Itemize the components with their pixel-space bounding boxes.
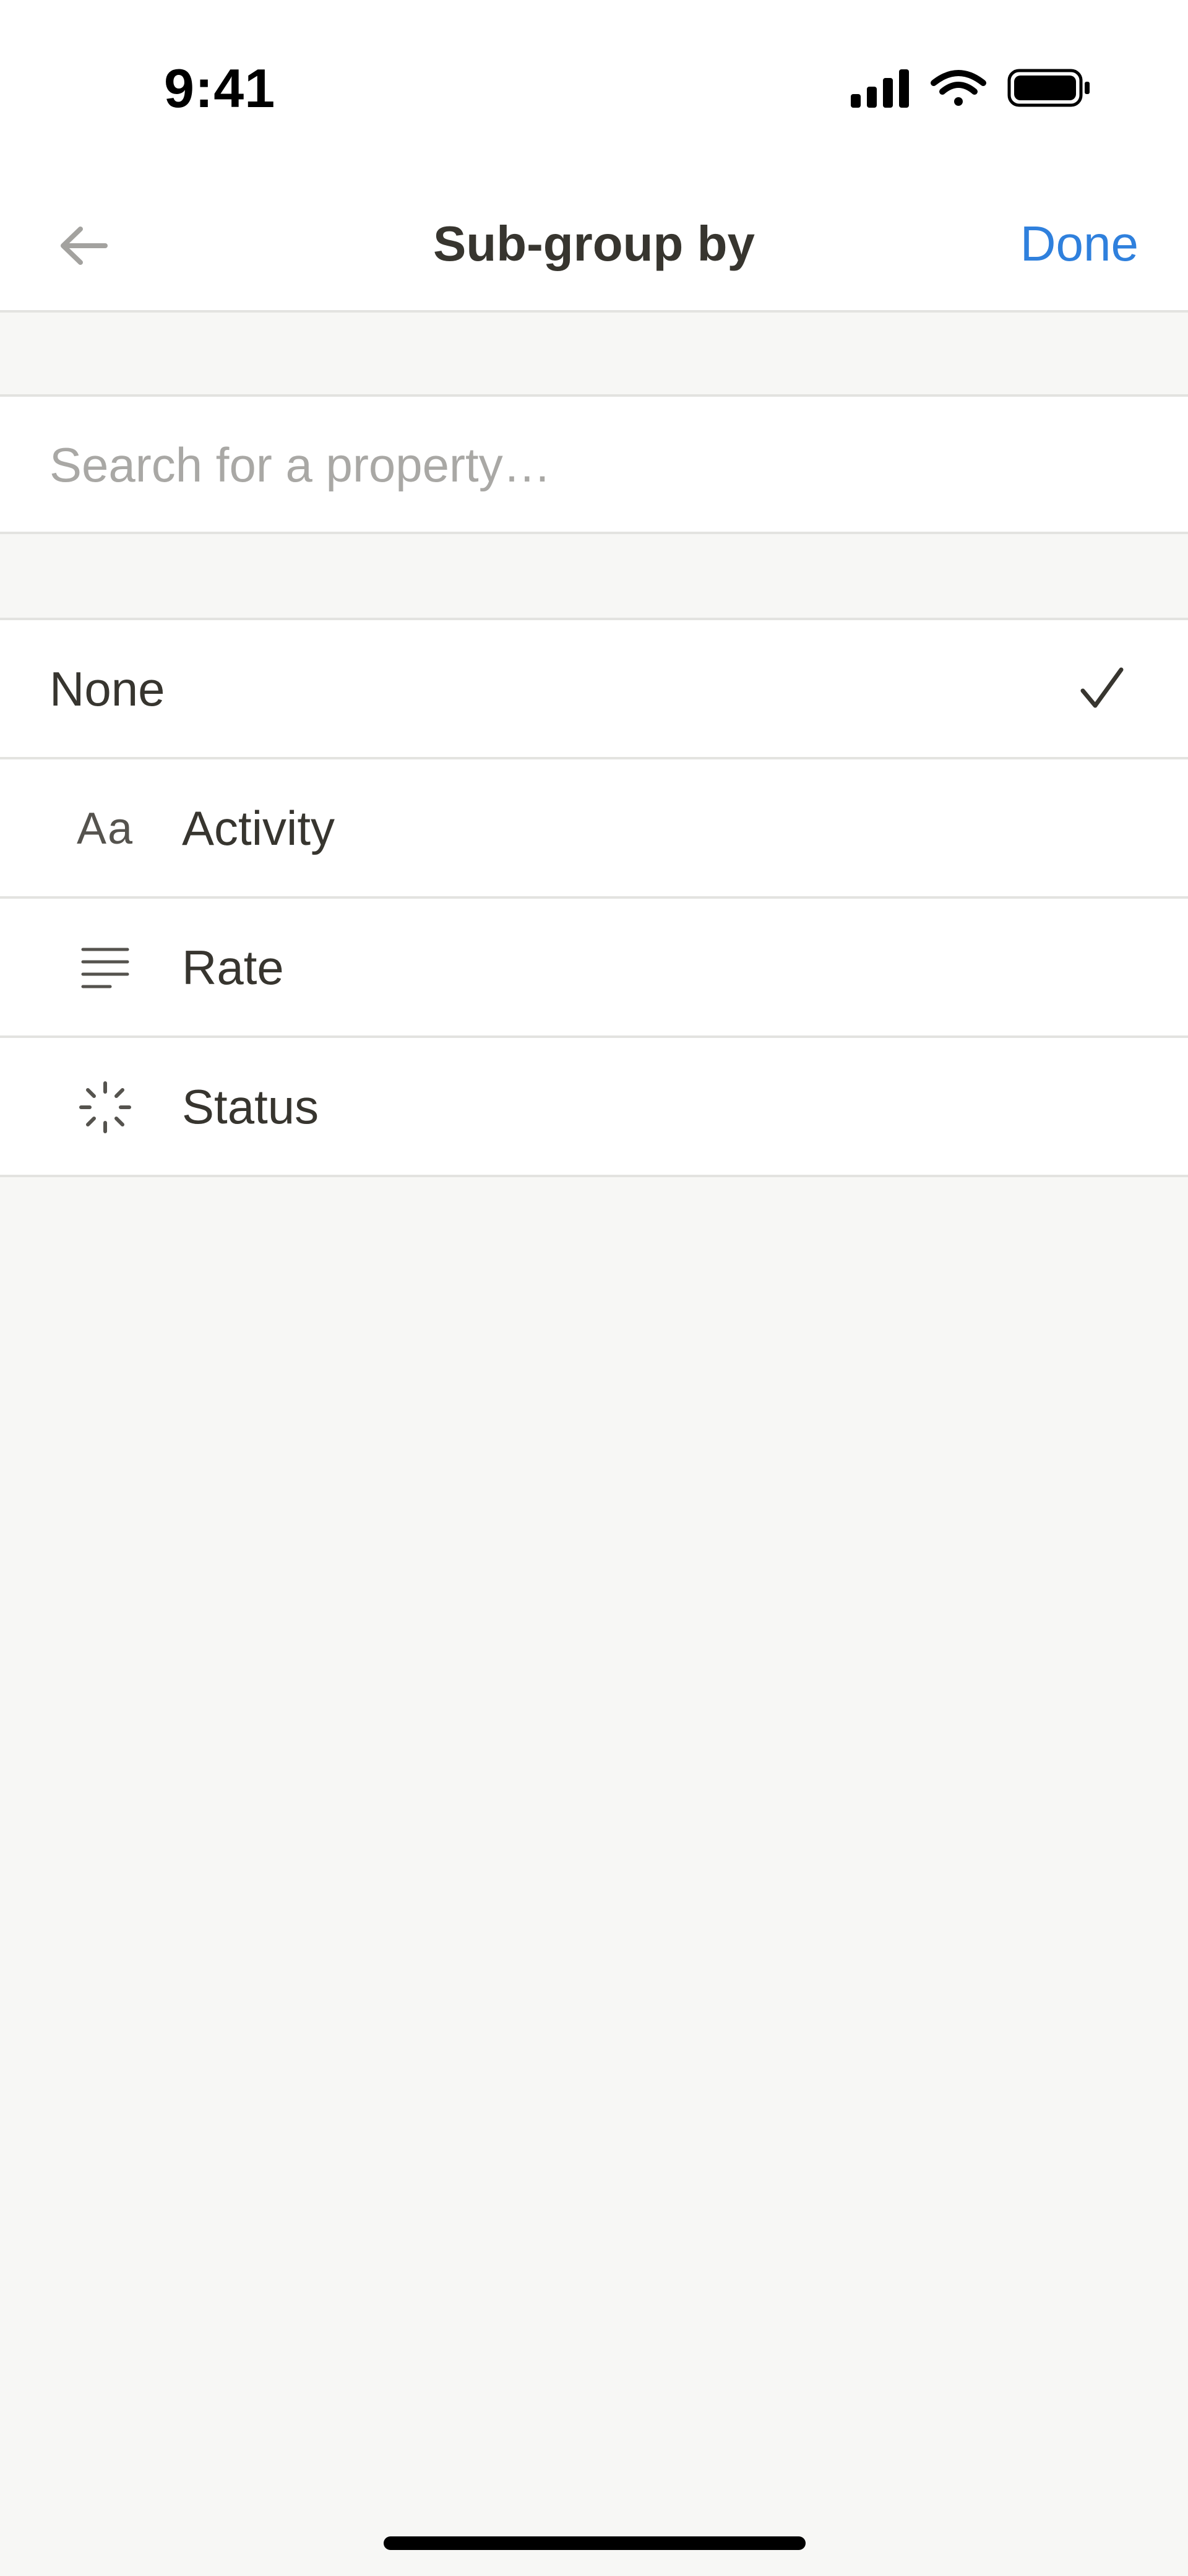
status-time: 9:41	[164, 58, 276, 119]
status-bar: 9:41	[0, 0, 1188, 161]
text-aa-icon: Aa	[76, 804, 134, 854]
option-label: None	[50, 662, 165, 716]
wifi-icon	[931, 70, 986, 106]
page-title: Sub-group by	[433, 216, 755, 271]
status-icons	[851, 67, 1092, 110]
option-label: Status	[182, 1079, 319, 1134]
status-spinner-icon	[74, 1076, 136, 1138]
option-rate[interactable]: Rate	[0, 899, 1188, 1038]
search-row	[0, 394, 1188, 534]
cellular-signal-icon	[851, 69, 909, 108]
nav-bar: Sub-group by Done	[0, 161, 1188, 313]
option-activity[interactable]: Aa Activity	[0, 759, 1188, 899]
battery-icon	[1007, 69, 1090, 107]
search-input[interactable]	[50, 428, 1138, 502]
lines-icon	[74, 937, 136, 999]
option-label: Activity	[182, 801, 335, 855]
checkmark-icon	[1080, 667, 1124, 708]
option-label: Rate	[182, 940, 284, 995]
home-indicator	[384, 2536, 806, 2550]
property-options-list: None Aa Activity Rate Status	[0, 618, 1188, 1177]
option-status[interactable]: Status	[0, 1038, 1188, 1177]
option-none[interactable]: None	[0, 620, 1188, 759]
done-button[interactable]: Done	[1020, 215, 1138, 272]
